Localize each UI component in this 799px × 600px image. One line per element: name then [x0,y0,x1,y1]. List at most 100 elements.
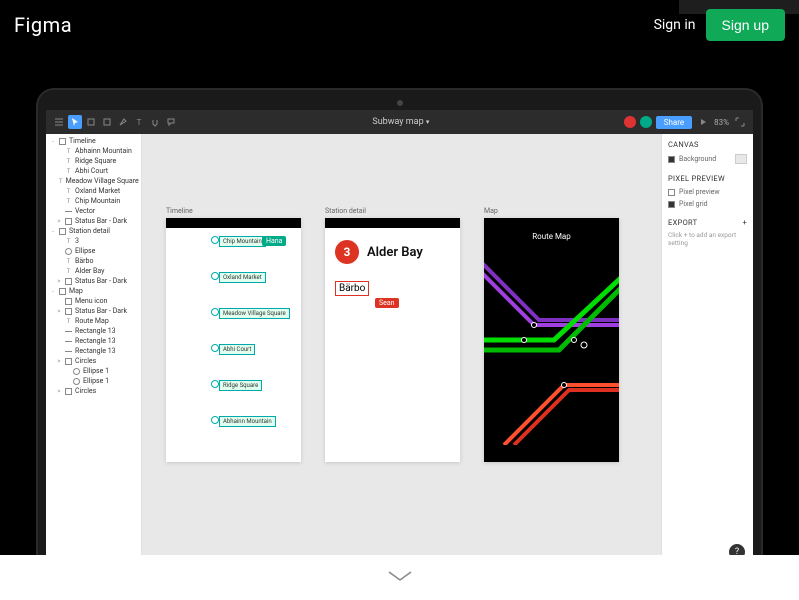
layer-label: Station detail [69,227,110,235]
checkbox-icon[interactable] [668,156,675,163]
layer-row[interactable]: Meadow Village Square [46,176,141,186]
play-icon[interactable] [696,115,710,129]
menu-tool-icon[interactable] [52,115,66,129]
pen-tool-icon[interactable] [116,115,130,129]
text-icon [59,178,63,185]
share-button[interactable]: Share [656,116,692,129]
layer-row[interactable]: 3 [46,236,141,246]
layer-row[interactable]: >Circles [46,386,141,396]
artboard-route-map[interactable]: Map Route Map [484,218,619,462]
station-name-text: Alder Bay [367,245,423,260]
layer-label: Vector [75,207,95,215]
layer-row[interactable]: Route Map [46,316,141,326]
text-icon [65,198,72,205]
checkbox-icon[interactable] [668,189,675,196]
expand-icon[interactable]: - [50,138,56,145]
app-toolbar: T Subway map ▾ Share 83% [46,110,753,134]
signup-button[interactable]: Sign up [706,9,785,41]
avatar-2[interactable] [640,116,652,128]
layer-row[interactable]: Rectangle 13 [46,346,141,356]
timeline-station: Oxland Market [219,272,266,283]
expand-icon[interactable]: > [56,388,62,395]
layer-row[interactable]: Ellipse [46,246,141,256]
expand-icon[interactable]: - [50,288,56,295]
layer-row[interactable]: > Status Bar - Dark [46,216,141,226]
layer-label: Rectangle 13 [75,347,116,355]
expand-icon[interactable] [733,115,747,129]
timeline-dot [211,380,219,388]
device-frame: T Subway map ▾ Share 83% -TimelineAbhain… [36,88,763,570]
move-tool-icon[interactable] [68,115,82,129]
frame-tool-icon[interactable] [84,115,98,129]
ellipse-icon [65,248,72,255]
timeline-station: Abhi Court [219,344,255,355]
layer-row[interactable]: >Status Bar - Dark [46,276,141,286]
comment-tool-icon[interactable] [164,115,178,129]
layer-row[interactable]: -Timeline [46,136,141,146]
expand-icon[interactable]: > [56,218,62,225]
add-export-icon[interactable]: + [742,218,747,227]
layer-row[interactable]: Vector [46,206,141,216]
layer-label: Ridge Square [75,157,116,165]
pixel-preview-row[interactable]: Pixel preview [668,186,747,198]
line-icon [65,211,72,212]
properties-panel[interactable]: CANVAS Background PIXEL PREVIEW Pixel pr… [661,134,753,568]
file-name[interactable]: Subway map ▾ [180,117,622,127]
checkbox-icon[interactable] [668,201,675,208]
layer-row[interactable]: Abhi Court [46,166,141,176]
layer-row[interactable]: Ellipse 1 [46,376,141,386]
artboard-station-detail[interactable]: Station detail 3 Alder Bay Bärbo Sean [325,218,460,462]
timeline-dot [211,308,219,316]
color-swatch[interactable] [735,154,747,164]
text-icon [65,238,72,245]
layer-row[interactable]: Ridge Square [46,156,141,166]
background-row[interactable]: Background [668,152,747,166]
timeline-dot [211,416,219,424]
layer-row[interactable]: Menu icon [46,296,141,306]
artboard-label: Station detail [325,207,366,215]
layer-row[interactable]: -Map [46,286,141,296]
layer-row[interactable]: >Circles [46,356,141,366]
frame-icon [65,298,72,305]
canvas[interactable]: Timeline Chip MountainOxland MarketMeado… [142,134,661,568]
expand-icon[interactable]: > [56,308,62,315]
layer-row[interactable]: Ellipse 1 [46,366,141,376]
layer-row[interactable]: Bärbo [46,256,141,266]
shape-tool-icon[interactable] [100,115,114,129]
layer-row[interactable]: Chip Mountain [46,196,141,206]
pixel-grid-row[interactable]: Pixel grid [668,198,747,210]
layer-row[interactable]: - Station detail [46,226,141,236]
status-bar-dark [484,218,619,228]
export-hint: Click + to add an export setting [668,231,747,247]
timeline-station: Chip Mountain [219,236,266,247]
artboard-timeline[interactable]: Timeline Chip MountainOxland MarketMeado… [166,218,301,462]
expand-icon[interactable]: > [56,358,62,365]
sub-station-selected[interactable]: Bärbo [335,281,369,296]
hand-tool-icon[interactable] [148,115,162,129]
expand-icon[interactable]: - [50,228,56,235]
layer-row[interactable]: Rectangle 13 [46,326,141,336]
text-icon [65,148,72,155]
avatar-1[interactable] [624,116,636,128]
line-icon [65,351,72,352]
layer-label: Status Bar - Dark [75,217,127,225]
frame-icon [65,218,72,225]
layer-label: Route Map [75,317,109,325]
auth-buttons: Sign in Sign up [654,9,785,41]
layer-row[interactable]: Abhainn Mountain [46,146,141,156]
layers-panel[interactable]: -TimelineAbhainn MountainRidge Square Abh… [46,134,142,568]
frame-icon [65,278,72,285]
layer-label: Alder Bay [75,267,104,275]
layer-row[interactable]: Alder Bay [46,266,141,276]
text-tool-icon[interactable]: T [132,115,146,129]
chevron-down-icon[interactable] [385,568,415,588]
layer-label: Abhi Court [75,167,108,175]
figma-logo[interactable]: Figma [14,13,72,37]
zoom-level[interactable]: 83% [714,118,729,127]
expand-icon[interactable]: > [56,278,62,285]
layer-row[interactable]: Rectangle 13 [46,336,141,346]
signin-link[interactable]: Sign in [654,17,696,33]
layer-row[interactable]: Oxland Market [46,186,141,196]
layer-row[interactable]: >Status Bar - Dark [46,306,141,316]
text-icon [65,168,72,175]
